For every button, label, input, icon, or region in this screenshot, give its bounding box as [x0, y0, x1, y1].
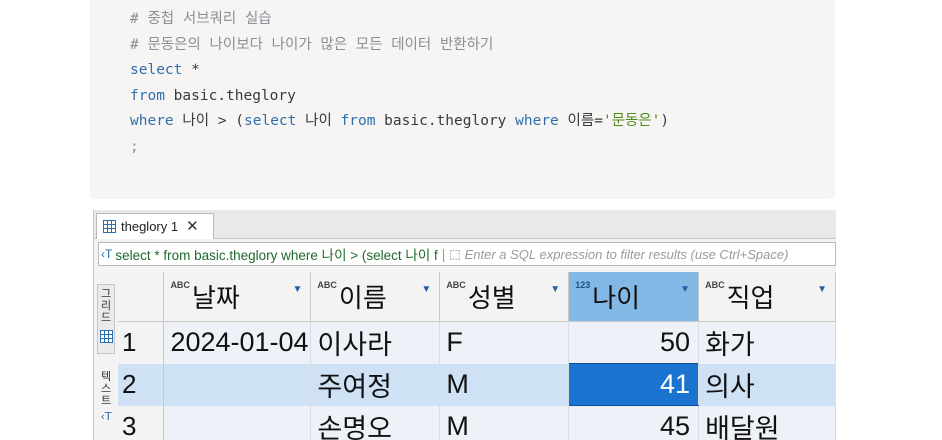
cell-date[interactable]: [163, 363, 312, 406]
column-header-gender[interactable]: ABC성별 ▼: [439, 272, 570, 322]
row-number[interactable]: 1: [118, 321, 165, 364]
table-grid-icon: [103, 220, 116, 233]
column-name: 날짜: [191, 283, 240, 313]
code-table-ref: basic.theglory: [164, 87, 296, 104]
sql-code: # 중첩 서브쿼리 실습 # 문동은의 나이보다 나이가 많은 모든 데이터 반…: [130, 7, 669, 160]
row-number-header[interactable]: [118, 272, 165, 322]
type-badge: ABC: [705, 280, 725, 290]
column-name: 나이: [592, 283, 641, 313]
cell-job[interactable]: 의사: [698, 363, 836, 406]
kw-where: where: [130, 113, 174, 129]
cell-gender[interactable]: F: [439, 321, 570, 364]
code-condition: 나이 > (: [173, 113, 244, 129]
type-badge: ABC: [446, 280, 466, 290]
grid-view-tab[interactable]: 그리드: [97, 284, 115, 354]
type-badge: 123: [575, 280, 591, 290]
view-switcher: 그리드 텍스트 ‹T: [94, 272, 119, 440]
cell-date[interactable]: 2024-01-04: [163, 321, 312, 364]
grid-view-icon: [99, 330, 113, 343]
cell-age[interactable]: 50: [568, 321, 700, 364]
filter-icon: ‹T: [101, 247, 113, 261]
filter-input[interactable]: Enter a SQL expression to filter results…: [465, 247, 789, 262]
close-icon[interactable]: ✕: [186, 219, 199, 234]
grid-view-label: 그리드: [100, 287, 112, 324]
tab-label: theglory 1: [121, 219, 179, 234]
cell-name[interactable]: 이사라: [310, 321, 441, 364]
table-row[interactable]: 3 손명오 M 45 배달원: [118, 405, 836, 440]
kw-sub-where: where: [515, 113, 559, 129]
results-grid: ABC날짜 ▼ ABC이름 ▼ ABC성별 ▼ 123나이 ▼ ABC직업 ▼ 1 202…: [118, 272, 836, 440]
column-name: 직업: [726, 283, 775, 313]
sort-caret-icon[interactable]: ▼: [550, 284, 560, 295]
header-row: ABC날짜 ▼ ABC이름 ▼ ABC성별 ▼ 123나이 ▼ ABC직업 ▼: [118, 272, 836, 322]
code-close-paren: ): [660, 113, 670, 129]
sort-caret-icon[interactable]: ▼: [817, 284, 827, 295]
cell-name[interactable]: 주여정: [310, 363, 441, 406]
column-header-job[interactable]: ABC직업 ▼: [698, 272, 836, 322]
code-block: # 중첩 서브쿼리 실습 # 문동은의 나이보다 나이가 많은 모든 데이터 반…: [90, 0, 835, 199]
sort-caret-icon[interactable]: ▼: [680, 284, 690, 295]
type-badge: ABC: [317, 280, 337, 290]
results-table: ABC날짜 ▼ ABC이름 ▼ ABC성별 ▼ 123나이 ▼ ABC직업 ▼ 1 202…: [118, 272, 836, 440]
column-header-date[interactable]: ABC날짜 ▼: [163, 272, 312, 322]
cell-age-selected[interactable]: 41: [568, 363, 700, 406]
cell-gender[interactable]: M: [439, 405, 570, 440]
code-star: *: [182, 62, 200, 78]
results-panel: theglory 1 ✕ ‹T select * from basic.theg…: [93, 210, 836, 440]
cell-date[interactable]: [163, 405, 312, 440]
filter-bar[interactable]: ‹T select * from basic.theglory where 나이…: [98, 242, 836, 266]
sort-caret-icon[interactable]: ▼: [293, 284, 303, 295]
row-number[interactable]: 3: [118, 405, 165, 440]
text-view-label: 텍스트: [100, 370, 112, 407]
expand-icon[interactable]: ⬚: [449, 247, 460, 261]
table-row[interactable]: 1 2024-01-04 이사라 F 50 화가: [118, 321, 836, 364]
cell-age[interactable]: 45: [568, 405, 700, 440]
cell-job[interactable]: 화가: [698, 321, 836, 364]
column-header-name[interactable]: ABC이름 ▼: [310, 272, 441, 322]
tab-strip: theglory 1 ✕: [94, 210, 836, 239]
code-string-value: '문동은': [602, 113, 661, 129]
column-header-age[interactable]: 123나이 ▼: [568, 272, 700, 322]
text-view-icon: ‹T: [100, 410, 112, 423]
code-sub-cond: 이름=: [558, 113, 603, 129]
text-view-tab[interactable]: 텍스트 ‹T: [97, 368, 115, 440]
code-sub-table: basic.theglory: [375, 113, 516, 129]
kw-sub-select: select: [244, 113, 297, 129]
code-comment-2: # 문동은의 나이보다 나이가 많은 모든 데이터 반환하기: [130, 36, 494, 53]
row-number[interactable]: 2: [118, 363, 165, 406]
kw-from: from: [130, 87, 165, 104]
table-row[interactable]: 2 주여정 M 41 의사: [118, 363, 836, 406]
column-name: 성별: [467, 283, 516, 313]
cell-name[interactable]: 손명오: [310, 405, 441, 440]
code-semicolon: ;: [130, 138, 139, 155]
filter-query-text[interactable]: select * from basic.theglory where 나이 > …: [115, 244, 437, 264]
sort-caret-icon[interactable]: ▼: [421, 284, 431, 295]
type-badge: ABC: [170, 280, 190, 290]
code-comment-1: # 중첩 서브쿼리 실습: [130, 11, 272, 27]
cell-job[interactable]: 배달원: [698, 405, 836, 440]
cell-gender[interactable]: M: [439, 363, 570, 406]
kw-select: select: [130, 62, 183, 78]
column-name: 이름: [338, 283, 387, 313]
filter-separator: |: [441, 246, 446, 262]
kw-sub-from: from: [340, 113, 376, 129]
code-sub-col: 나이: [296, 113, 341, 129]
tab-theglory-1[interactable]: theglory 1 ✕: [96, 213, 214, 239]
